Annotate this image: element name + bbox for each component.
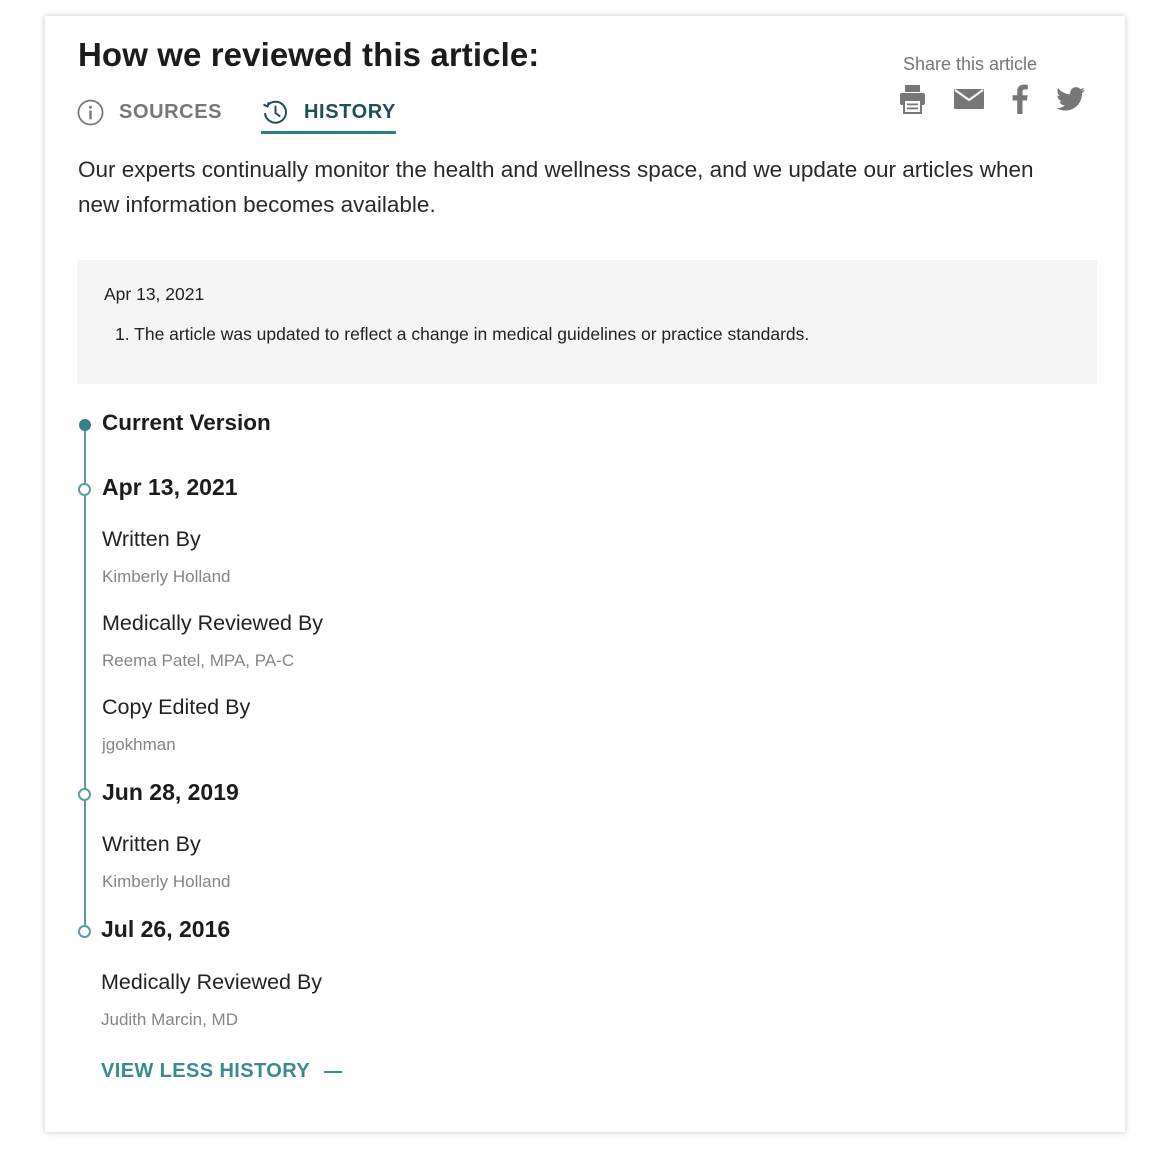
current-version-label: Current Version <box>102 410 271 435</box>
history-role: Copy Edited By <box>102 695 251 719</box>
history-icon <box>261 98 289 126</box>
timeline-dot <box>78 483 91 496</box>
history-person: Kimberly Holland <box>102 872 231 891</box>
history-person: Kimberly Holland <box>102 567 231 586</box>
history-date: Jul 26, 2016 <box>101 916 231 942</box>
history-date: Jun 28, 2019 <box>102 779 239 805</box>
latest-update-box: Apr 13, 2021 1. The article was updated … <box>77 260 1097 384</box>
update-date: Apr 13, 2021 <box>104 284 205 304</box>
card-title: How we reviewed this article: <box>78 36 540 73</box>
timeline-line <box>84 424 86 932</box>
history-role: Written By <box>102 527 201 551</box>
history-person: Reema Patel, MPA, PA-C <box>102 651 295 670</box>
print-icon[interactable] <box>899 84 926 114</box>
twitter-icon[interactable] <box>1056 87 1086 111</box>
tab-history[interactable]: HISTORY <box>261 94 396 134</box>
share-icons <box>899 84 1086 114</box>
timeline-dot-current <box>79 419 91 431</box>
info-icon <box>77 99 104 126</box>
timeline-dot <box>78 788 91 801</box>
history-role: Written By <box>102 832 201 856</box>
history-person: Judith Marcin, MD <box>101 1010 238 1029</box>
intro-text: Our experts continually monitor the heal… <box>78 157 1034 217</box>
email-icon[interactable] <box>954 89 984 109</box>
history-role: Medically Reviewed By <box>102 611 324 635</box>
timeline-dot <box>78 925 91 938</box>
history-role: Medically Reviewed By <box>101 970 323 994</box>
share-label: Share this article <box>902 54 1037 74</box>
minus-icon <box>324 1070 343 1073</box>
view-less-history-button[interactable]: VIEW LESS HISTORY <box>101 1060 343 1083</box>
history-date: Apr 13, 2021 <box>102 474 238 500</box>
view-less-label: VIEW LESS HISTORY <box>101 1060 311 1082</box>
tab-history-label: HISTORY <box>304 100 396 123</box>
tab-sources[interactable]: SOURCES <box>77 94 222 130</box>
history-person: jgokhman <box>102 735 176 754</box>
update-item: 1. The article was updated to reflect a … <box>115 324 810 344</box>
article-review-card: How we reviewed this article: SOURCES HI… <box>45 16 1125 1132</box>
facebook-icon[interactable] <box>1012 84 1028 114</box>
tab-sources-label: SOURCES <box>119 100 223 123</box>
